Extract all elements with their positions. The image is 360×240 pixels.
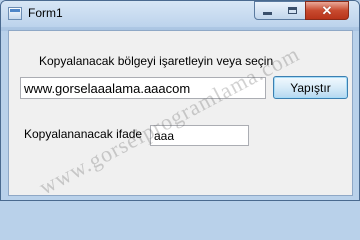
instruction-label: Kopyalanacak bölgeyi işaretleyin veya se… [39,54,274,68]
maximize-icon [288,7,297,14]
maximize-button[interactable] [280,1,306,20]
minimize-button[interactable] [254,1,281,20]
paste-button[interactable]: Yapıştır [273,76,348,99]
copied-text-input[interactable] [150,125,249,146]
window-title: Form1 [28,6,63,20]
close-button[interactable]: ✕ [305,1,349,20]
form1-window: Form1 ✕ Kopyalanacak bölgeyi işaretleyin… [0,0,360,201]
form-client-area: Kopyalanacak bölgeyi işaretleyin veya se… [8,30,353,196]
app-icon[interactable] [8,7,22,20]
source-text-input[interactable] [20,77,266,99]
close-icon: ✕ [321,3,333,18]
copy-label: Kopyalananacak ifade [24,127,143,141]
minimize-icon [263,12,272,15]
title-bar[interactable]: Form1 ✕ [1,1,359,27]
